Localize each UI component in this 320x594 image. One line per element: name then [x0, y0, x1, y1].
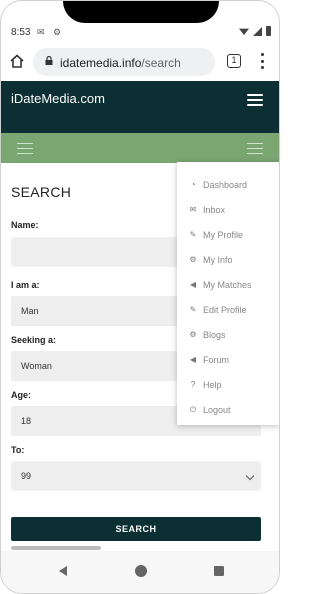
menu-item-dashboard[interactable]: ◔ Dashboard: [177, 173, 279, 197]
status-bar: 8:53 ✉ ⚙: [1, 21, 279, 43]
menu-item-label: Logout: [203, 405, 231, 415]
home-icon[interactable]: [9, 53, 25, 69]
left-hamburger-icon[interactable]: [17, 143, 33, 154]
menu-item-label: Dashboard: [203, 180, 248, 190]
main-menu-hamburger-icon[interactable]: [247, 94, 263, 106]
menu-item-label: Blogs: [203, 330, 226, 340]
search-button[interactable]: SEARCH: [11, 517, 261, 541]
wifi-icon: [239, 28, 249, 35]
menu-item-label: My Info: [203, 255, 233, 265]
page-title: SEARCH: [11, 184, 72, 200]
name-label: Name:: [11, 220, 39, 230]
to-value: 99: [21, 471, 32, 481]
browser-menu-icon[interactable]: [260, 53, 264, 69]
advanced-search-peek: [11, 546, 101, 550]
menu-item-my-profile[interactable]: ✎ My Profile: [177, 223, 279, 247]
edit-icon: ✎: [189, 230, 197, 239]
question-icon: ?: [190, 380, 196, 389]
seeking-label: Seeking a:: [11, 335, 57, 345]
lock-icon: [45, 56, 53, 65]
menu-item-forum[interactable]: ◀ Forum: [177, 348, 279, 372]
menu-item-blogs[interactable]: ⚙ Blogs: [177, 323, 279, 347]
secondary-nav-bar: [1, 133, 279, 163]
edit-icon: ✎: [189, 305, 197, 314]
url-path: /search: [141, 56, 181, 70]
seeking-value: Woman: [21, 361, 52, 371]
android-nav-bar: [1, 551, 279, 593]
menu-item-help[interactable]: ? Help: [177, 373, 279, 397]
recents-icon[interactable]: [214, 566, 224, 576]
user-dropdown-menu: ◔ Dashboard ✉ Inbox ✎ My Profile ⚙ My In…: [177, 162, 279, 425]
envelope-icon: ✉: [189, 205, 197, 214]
user-menu-hamburger-icon[interactable]: [247, 143, 263, 154]
notification-icons: ✉ ⚙: [37, 27, 65, 37]
menu-item-my-info[interactable]: ⚙ My Info: [177, 248, 279, 272]
menu-item-inbox[interactable]: ✉ Inbox: [177, 198, 279, 222]
address-bar[interactable]: idatemedia.info/search: [33, 48, 215, 76]
menu-item-label: My Matches: [203, 280, 252, 290]
menu-item-my-matches[interactable]: ◀ My Matches: [177, 273, 279, 297]
to-select[interactable]: 99: [11, 461, 261, 491]
home-circle-icon[interactable]: [135, 565, 147, 577]
menu-item-label: Inbox: [203, 205, 226, 215]
status-icons: [239, 26, 271, 36]
dashboard-icon: ◔: [190, 180, 196, 189]
menu-item-edit-profile[interactable]: ✎ Edit Profile: [177, 298, 279, 322]
phone-frame: 8:53 ✉ ⚙ idatemedia.info/search 1 iDateM…: [0, 0, 280, 594]
bullhorn-icon: ◀: [189, 280, 197, 289]
iam-value: Man: [21, 306, 39, 316]
back-icon[interactable]: [59, 566, 67, 576]
camera-notch: [63, 1, 219, 23]
signal-icon: [253, 26, 262, 36]
age-label: Age:: [11, 390, 31, 400]
power-icon: ⏻: [189, 405, 197, 414]
battery-icon: [266, 26, 271, 36]
to-label: To:: [11, 445, 25, 455]
browser-toolbar: idatemedia.info/search 1: [1, 45, 279, 79]
tab-switcher-button[interactable]: 1: [227, 54, 241, 68]
iam-label: I am a:: [11, 280, 40, 290]
menu-item-label: Edit Profile: [203, 305, 247, 315]
menu-item-label: Forum: [203, 355, 230, 365]
menu-item-label: Help: [203, 380, 222, 390]
age-value: 18: [21, 416, 32, 426]
chevron-down-icon: [245, 471, 255, 481]
url-text: idatemedia.info/search: [60, 56, 181, 70]
menu-item-logout[interactable]: ⏻ Logout: [177, 398, 279, 422]
status-time: 8:53: [11, 27, 31, 38]
cogs-icon: ⚙: [189, 255, 197, 264]
cogs-icon: ⚙: [189, 330, 197, 339]
site-brand[interactable]: iDateMedia.com: [11, 91, 105, 106]
url-host: idatemedia.info: [60, 56, 142, 70]
bullhorn-icon: ◀: [189, 355, 197, 364]
menu-item-label: My Profile: [203, 230, 244, 240]
site-header: iDateMedia.com: [1, 81, 279, 133]
